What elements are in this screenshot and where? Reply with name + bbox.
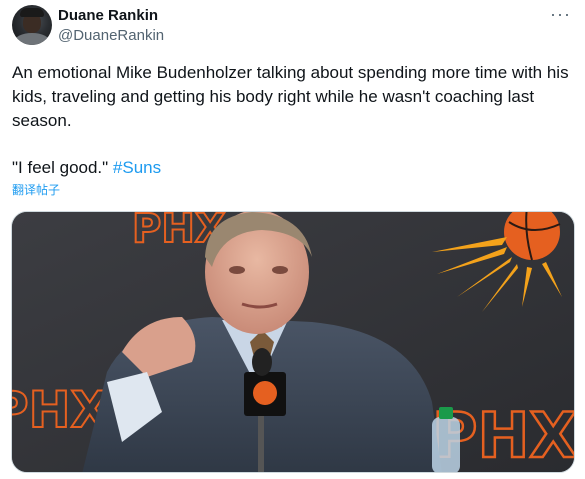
tweet-quote-line: "I feel good." #Suns — [12, 156, 161, 180]
tweet-photo[interactable]: PHX PHX PHX — [11, 211, 575, 473]
translate-post-link[interactable]: 翻译帖子 — [12, 181, 60, 198]
press-conference-photo: PHX PHX PHX — [12, 212, 574, 472]
tweet-text: An emotional Mike Budenholzer talking ab… — [12, 63, 569, 130]
author-name[interactable]: Duane Rankin — [58, 7, 158, 24]
avatar-shoulders — [14, 33, 50, 45]
hashtag-link[interactable]: #Suns — [113, 158, 161, 177]
tweet-quote: "I feel good." — [12, 158, 113, 177]
avatar[interactable] — [12, 5, 52, 45]
avatar-hat — [20, 8, 44, 17]
more-horizontal-icon[interactable]: ··· — [550, 4, 571, 25]
author-handle[interactable]: @DuaneRankin — [58, 27, 164, 44]
